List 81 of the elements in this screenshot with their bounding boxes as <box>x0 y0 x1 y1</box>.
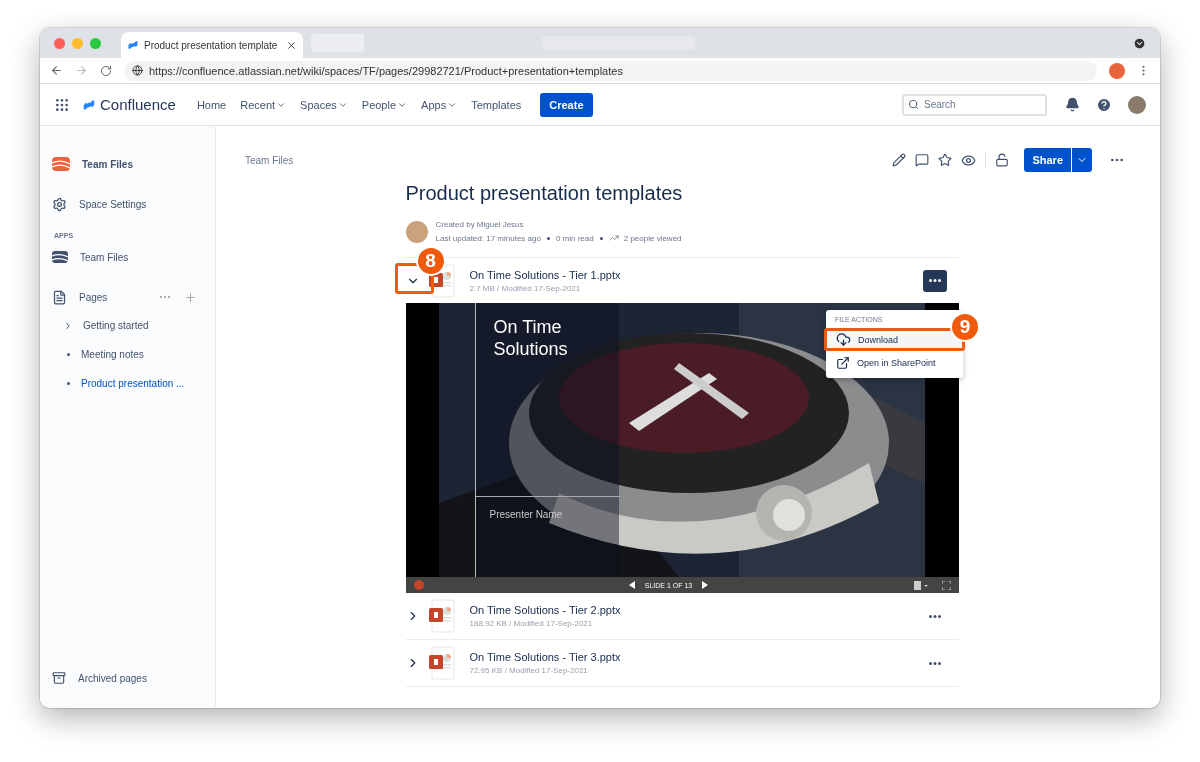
fullscreen-icon[interactable] <box>941 580 951 590</box>
product-name[interactable]: Confluence <box>100 96 176 113</box>
sidebar-item[interactable]: Space Settings <box>79 198 147 210</box>
create-button[interactable]: Create <box>540 92 593 117</box>
file-meta: 2.7 MB / Modified 17-Sep-2021 <box>469 283 581 293</box>
tab-title: Product presentation template <box>144 39 279 51</box>
tree-item[interactable]: Getting started <box>66 311 203 340</box>
next-icon[interactable] <box>702 581 709 589</box>
folder-icon <box>52 251 68 263</box>
reload-icon[interactable] <box>100 64 112 77</box>
menu-item[interactable]: Open in SharePoint <box>824 351 965 374</box>
more-icon <box>928 661 941 665</box>
sidebar-item[interactable]: Archived pages <box>78 672 147 684</box>
more-icon <box>928 279 941 282</box>
file-meta: 72.95 KB / Modified 17-Sep-2021 <box>469 666 588 675</box>
file-name[interactable]: On Time Solutions - Tier 2.pptx <box>469 604 621 616</box>
author-avatar <box>405 220 428 243</box>
step-badge: 8 <box>415 246 446 276</box>
back-icon[interactable] <box>50 64 63 77</box>
watch-icon[interactable] <box>961 152 977 168</box>
separator-dot <box>546 236 550 240</box>
confluence-logo-icon <box>82 97 96 112</box>
help-icon[interactable] <box>1096 96 1112 113</box>
layout-icon[interactable] <box>913 580 928 590</box>
nav-item[interactable]: Templates <box>466 94 527 115</box>
url-text: https://confluence.atlassian.net/wiki/spaces/TF/pages/29982721/Product+presentation+templates <box>149 64 623 77</box>
separator-dot <box>599 236 603 240</box>
created-by: Created by Miguel Jesus <box>435 220 525 229</box>
nav-item[interactable]: Apps <box>416 94 463 115</box>
avatar[interactable] <box>1128 95 1146 114</box>
more-icon <box>928 614 941 618</box>
presentation-file-icon <box>427 646 456 680</box>
notifications-icon[interactable] <box>1065 97 1080 112</box>
breadcrumb-link[interactable]: Team Files <box>245 154 294 166</box>
sidebar-item[interactable]: Team Files <box>80 251 129 263</box>
tree-item[interactable]: Meeting notes <box>66 340 203 369</box>
pages-icon <box>52 289 67 305</box>
bullet-icon <box>67 353 70 356</box>
star-icon[interactable] <box>938 153 953 167</box>
external-link-icon <box>836 355 850 370</box>
views-count[interactable]: 2 people viewed <box>623 233 682 243</box>
app-switcher-icon[interactable] <box>54 96 70 113</box>
space-name[interactable]: Team Files <box>82 158 133 170</box>
file-name[interactable]: On Time Solutions - Tier 3.pptx <box>469 651 621 663</box>
chart-icon <box>608 233 619 243</box>
app-icon <box>413 580 424 590</box>
file-name[interactable]: On Time Solutions - Tier 1.pptx <box>469 268 621 281</box>
browser-tab[interactable]: Product presentation template <box>121 32 303 58</box>
read-time: 0 min read <box>555 233 594 243</box>
address-bar[interactable]: https://confluence.atlassian.net/wiki/spaces/TF/pages/29982721/Product+presentation+templates <box>124 60 1097 81</box>
presentation-file-icon <box>427 599 456 633</box>
nav-item[interactable]: People <box>356 94 413 115</box>
sidebar-item[interactable]: Pages <box>79 291 108 303</box>
space-logo-icon <box>52 157 70 171</box>
search-field[interactable]: Search <box>902 93 1047 116</box>
nav-item[interactable]: Recent <box>235 94 292 115</box>
close-icon[interactable] <box>286 39 297 51</box>
last-updated: Last updated: 17 minutes ago <box>435 233 541 243</box>
nav-item[interactable]: Home <box>191 94 232 115</box>
dropdown-icon[interactable] <box>1133 36 1146 50</box>
share-button[interactable]: Share <box>1024 148 1071 172</box>
tree-item[interactable]: Product presentation ... <box>66 369 203 398</box>
slide-subtitle: Presenter Name <box>489 509 563 520</box>
extension-icon[interactable] <box>1109 62 1125 79</box>
comment-icon[interactable] <box>915 153 930 167</box>
more-button[interactable] <box>922 269 947 292</box>
slide-title: On Time Solutions <box>493 317 569 361</box>
edit-icon[interactable] <box>892 153 907 167</box>
nav-item[interactable]: Spaces <box>295 94 353 115</box>
archive-icon <box>52 671 66 685</box>
previous-icon[interactable] <box>628 581 635 589</box>
file-meta: 188.92 KB / Modified 17-Sep-2021 <box>469 619 593 628</box>
page-title: Product presentation templates <box>405 182 684 205</box>
confluence-logo-icon <box>127 39 139 51</box>
bullet-icon <box>67 382 70 385</box>
share-dropdown-button[interactable] <box>1072 148 1092 172</box>
step-badge: 9 <box>950 312 980 342</box>
download-icon <box>836 332 851 347</box>
restrictions-icon[interactable] <box>995 153 1010 167</box>
globe-icon <box>132 65 143 76</box>
settings-icon <box>52 196 67 212</box>
